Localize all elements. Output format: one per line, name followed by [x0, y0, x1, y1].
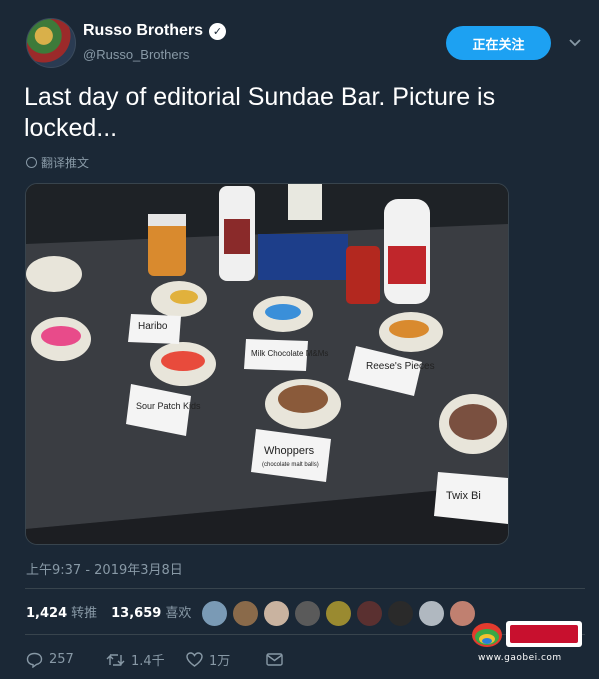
like-button[interactable]: 1万	[186, 650, 266, 669]
liker-avatar[interactable]	[418, 600, 445, 627]
liker-avatar[interactable]	[294, 600, 321, 627]
display-name[interactable]: Russo Brothers	[83, 22, 203, 40]
tweet-text: Last day of editorial Sundae Bar. Pictur…	[24, 83, 496, 142]
liker-avatar[interactable]	[263, 600, 290, 627]
retweet-button[interactable]: 1.4千	[106, 650, 186, 669]
message-button[interactable]	[266, 650, 346, 669]
watermark-logo	[472, 621, 582, 647]
label-whoppers-sub: (chocolate malt balls)	[262, 462, 319, 468]
tweet-stats: 1,424 转推 13,659 喜欢	[26, 602, 191, 621]
liker-avatar[interactable]	[232, 600, 259, 627]
divider	[25, 588, 585, 589]
verified-badge-icon: ✓	[209, 22, 227, 40]
label-whoppers: Whoppers	[264, 445, 315, 457]
heart-icon	[186, 652, 203, 667]
translate-label[interactable]: 翻译推文	[41, 154, 89, 171]
retweet-icon	[106, 653, 125, 666]
liker-avatars	[201, 600, 476, 627]
liker-avatar[interactable]	[201, 600, 228, 627]
retweet-label: 转推	[71, 606, 98, 621]
site-watermark: www.gaobei.com	[470, 615, 586, 665]
label-milk-chocolate: Milk Chocolate M&Ms	[251, 349, 328, 358]
retweet-action-count: 1.4千	[131, 654, 165, 669]
reply-count: 257	[49, 652, 74, 667]
liker-avatar[interactable]	[387, 600, 414, 627]
globe-icon	[26, 157, 37, 168]
label-twix: Twix Bi	[446, 490, 481, 502]
watermark-url: www.gaobei.com	[478, 653, 562, 663]
label-reeses: Reese's Pieces	[366, 361, 435, 372]
like-label: 喜欢	[165, 606, 192, 621]
retweet-stat[interactable]: 1,424 转推	[26, 602, 97, 621]
label-haribo: Haribo	[138, 321, 168, 332]
tweet-actions: 257 1.4千 1万	[26, 650, 346, 669]
name-row: Russo Brothers ✓	[83, 22, 227, 40]
chevron-down-icon[interactable]	[569, 34, 581, 50]
reply-icon	[26, 652, 43, 668]
tweet-photo[interactable]: Haribo Milk Chocolate M&Ms Reese's Piece…	[25, 183, 509, 545]
user-handle[interactable]: @Russo_Brothers	[83, 47, 189, 62]
liker-avatar[interactable]	[356, 600, 383, 627]
like-stat[interactable]: 13,659 喜欢	[111, 602, 191, 621]
envelope-icon	[266, 653, 283, 666]
profile-avatar[interactable]	[26, 18, 76, 68]
translate-tweet-link[interactable]: 翻译推文	[26, 154, 89, 171]
liker-avatar[interactable]	[325, 600, 352, 627]
retweet-count: 1,424	[26, 606, 68, 621]
like-count: 13,659	[111, 606, 162, 621]
label-sour-patch: Sour Patch Kids	[136, 401, 201, 411]
sundae-bar-image: Haribo Milk Chocolate M&Ms Reese's Piece…	[26, 184, 508, 544]
reply-button[interactable]: 257	[26, 650, 106, 669]
like-action-count: 1万	[209, 654, 231, 669]
following-button[interactable]: 正在关注	[446, 26, 551, 60]
tweet-timestamp[interactable]: 上午9:37 - 2019年3月8日	[26, 559, 183, 578]
